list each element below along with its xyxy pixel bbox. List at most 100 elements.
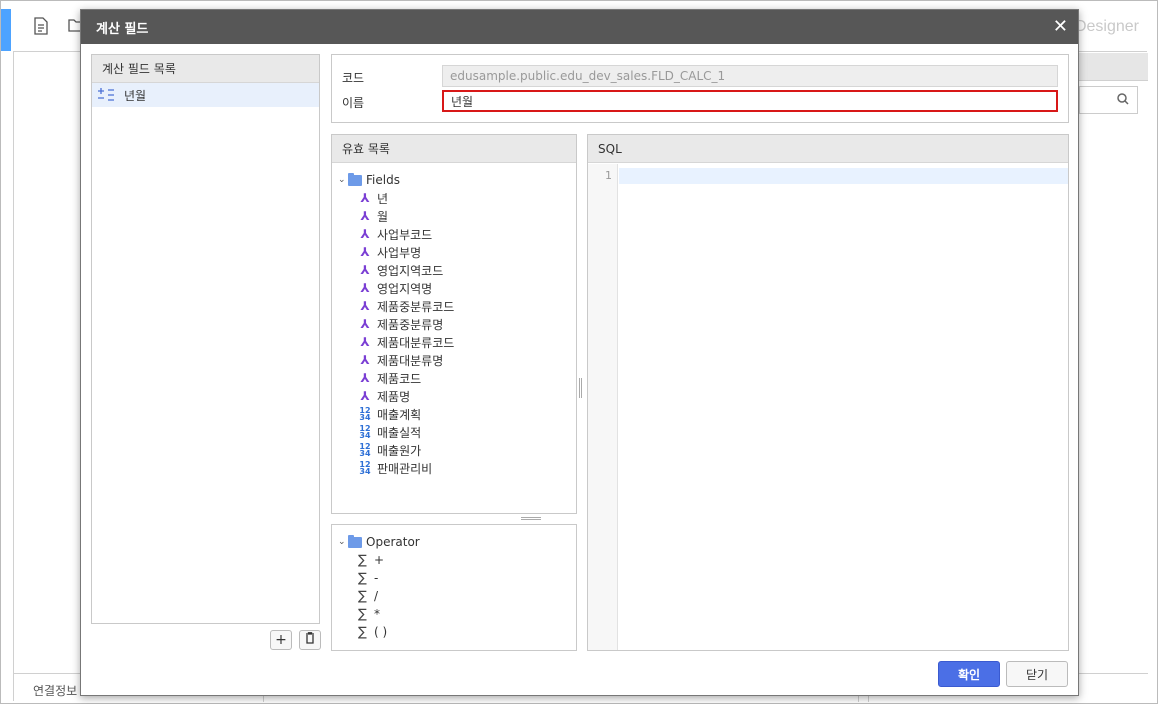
operator-item[interactable]: ∑ ( ) (338, 623, 576, 641)
field-label: 제품코드 (377, 371, 422, 386)
dimension-icon: ⅄ (360, 245, 370, 259)
calc-field-item-label: 년월 (124, 88, 147, 103)
dimension-field-item[interactable]: ⅄ 제품코드 (338, 369, 576, 387)
trash-icon (305, 632, 315, 648)
dimension-icon: ⅄ (360, 263, 370, 277)
add-button[interactable]: + (270, 630, 292, 650)
field-label: 년 (377, 191, 389, 206)
calc-field-list-header: 계산 필드 목록 (92, 55, 319, 83)
sql-header: SQL (588, 135, 1068, 163)
dimension-field-item[interactable]: ⅄ 제품명 (338, 387, 576, 405)
field-label: 판매관리비 (377, 461, 433, 476)
dimension-icon: ⅄ (360, 353, 370, 367)
dimension-icon: ⅄ (360, 227, 370, 241)
dimension-icon: ⅄ (360, 317, 370, 331)
line-number: 1 (605, 169, 612, 182)
measure-field-item[interactable]: 12 34 매출계획 (338, 405, 576, 423)
operator-panel: ⌄ Operator ∑ + ∑ - ∑ / ∑ * ∑( ) (331, 524, 577, 651)
operator-label: + (374, 553, 385, 567)
sigma-icon: ∑ (358, 624, 367, 640)
document-icon[interactable] (33, 17, 49, 35)
dimension-icon: ⅄ (360, 335, 370, 349)
dimension-icon: ⅄ (360, 191, 370, 205)
operator-label: - (374, 571, 379, 585)
field-label: 매출원가 (377, 443, 422, 458)
close-button[interactable]: 닫기 (1006, 661, 1068, 687)
operator-label: ( ) (374, 625, 388, 639)
sigma-icon: ∑ (358, 588, 367, 604)
chevron-down-icon[interactable]: ⌄ (338, 175, 348, 185)
operator-label: * (374, 607, 380, 621)
operator-item[interactable]: ∑ - (338, 569, 576, 587)
search-icon (1117, 93, 1129, 109)
fields-folder[interactable]: ⌄ Fields (338, 171, 576, 189)
fields-tree: ⌄ Fields ⅄ 년 ⅄ 월 ⅄ 사업부코드 ⅄ 사업부명 ⅄ 영업지역코드 ⅄ 영업지… (332, 163, 576, 477)
calc-field-list-panel: 계산 필드 목록 년월 (91, 54, 320, 624)
sql-editor-input[interactable] (619, 168, 1068, 184)
dimension-field-item[interactable]: ⅄ 제품대분류명 (338, 351, 576, 369)
dialog-title: 계산 필드 (96, 21, 149, 37)
field-info-panel: 코드 edusample.public.edu_dev_sales.FLD_CA… (331, 54, 1069, 123)
folder-icon (348, 534, 362, 548)
connection-info-tab[interactable]: 연결정보 (33, 682, 77, 699)
calc-field-dialog: 계산 필드 ✕ 계산 필드 목록 년월 + 코드 edusample.publi… (80, 9, 1079, 696)
sql-editor-panel: SQL 1 (587, 134, 1069, 651)
confirm-button[interactable]: 확인 (938, 661, 1000, 687)
dimension-field-item[interactable]: ⅄ 영업지역명 (338, 279, 576, 297)
field-label: 매출실적 (377, 425, 422, 440)
divider (13, 51, 14, 701)
measure-icon: 12 34 (359, 442, 371, 458)
chevron-down-icon[interactable]: ⌄ (338, 537, 348, 547)
fields-folder-label: Fields (366, 173, 400, 187)
field-label: 사업부코드 (377, 227, 433, 242)
dimension-field-item[interactable]: ⅄ 제품중분류코드 (338, 297, 576, 315)
sigma-icon: ∑ (358, 606, 367, 622)
horizontal-splitter[interactable] (521, 517, 541, 520)
dimension-field-item[interactable]: ⅄ 월 (338, 207, 576, 225)
operator-item[interactable]: ∑ + (338, 551, 576, 569)
calc-field-item[interactable]: 년월 (92, 83, 319, 107)
measure-icon: 12 34 (359, 406, 371, 422)
dimension-icon: ⅄ (360, 299, 370, 313)
search-input[interactable] (1079, 86, 1138, 114)
field-label: 사업부명 (377, 245, 422, 260)
field-label: 제품대분류명 (377, 353, 444, 368)
code-field: edusample.public.edu_dev_sales.FLD_CALC_… (442, 65, 1058, 87)
plus-icon: + (275, 632, 287, 648)
name-label: 이름 (342, 96, 365, 110)
vertical-splitter[interactable] (579, 378, 582, 398)
right-panel-header (1079, 53, 1148, 81)
sigma-icon: ∑ (358, 552, 367, 568)
dimension-field-item[interactable]: ⅄ 영업지역코드 (338, 261, 576, 279)
operator-item[interactable]: ∑ / (338, 587, 576, 605)
delete-button[interactable] (299, 630, 321, 650)
dimension-field-item[interactable]: ⅄ 사업부명 (338, 243, 576, 261)
measure-icon: 12 34 (359, 460, 371, 476)
measure-field-item[interactable]: 12 34 매출원가 (338, 441, 576, 459)
measure-field-item[interactable]: 12 34 매출실적 (338, 423, 576, 441)
operator-folder-label: Operator (366, 535, 420, 549)
dimension-field-item[interactable]: ⅄ 제품중분류명 (338, 315, 576, 333)
field-label: 영업지역명 (377, 281, 433, 296)
dimension-icon: ⅄ (360, 209, 370, 223)
dimension-icon: ⅄ (360, 371, 370, 385)
name-input[interactable]: 년월 (442, 90, 1058, 112)
valid-list-panel: 유효 목록 ⌄ Fields ⅄ 년 ⅄ 월 ⅄ 사업부코드 ⅄ 사업부명 ⅄ 영업지역코… (331, 134, 577, 514)
dimension-icon: ⅄ (360, 281, 370, 295)
close-icon[interactable]: ✕ (1053, 18, 1068, 36)
operator-folder[interactable]: ⌄ Operator (338, 533, 576, 551)
measure-field-item[interactable]: 12 34 판매관리비 (338, 459, 576, 477)
field-label: 월 (377, 209, 389, 224)
measure-icon: 12 34 (359, 424, 371, 440)
dimension-field-item[interactable]: ⅄ 사업부코드 (338, 225, 576, 243)
dimension-field-item[interactable]: ⅄ 제품대분류코드 (338, 333, 576, 351)
operator-item[interactable]: ∑ * (338, 605, 576, 623)
valid-list-header: 유효 목록 (332, 135, 576, 163)
operator-tree: ⌄ Operator ∑ + ∑ - ∑ / ∑ * ∑( ) (332, 525, 576, 641)
field-label: 제품명 (377, 389, 411, 404)
dialog-header: 계산 필드 ✕ (81, 10, 1078, 44)
operator-label: / (374, 589, 379, 603)
app-accent-bar (1, 9, 11, 51)
code-label: 코드 (342, 71, 365, 85)
dimension-field-item[interactable]: ⅄ 년 (338, 189, 576, 207)
